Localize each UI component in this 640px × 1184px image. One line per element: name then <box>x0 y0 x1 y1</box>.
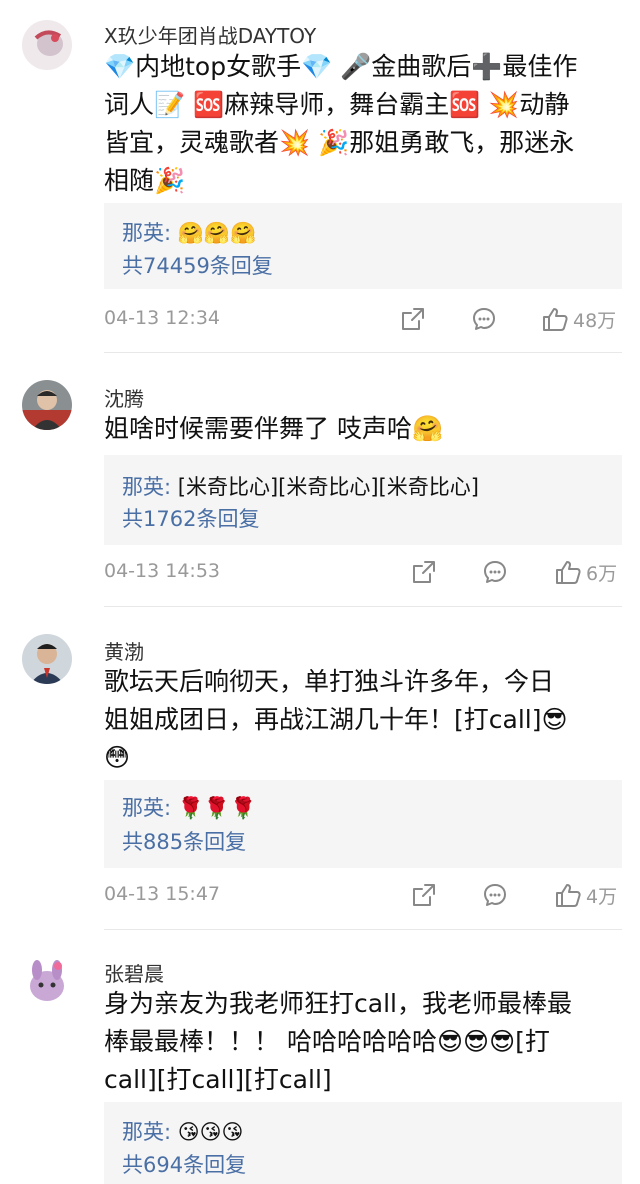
comment-text: 姐啥时候需要伴舞了 吱声哈🤗 <box>104 410 622 448</box>
comment-text-line: 歌坛天后响彻天，单打独斗许多年，今日 <box>104 667 555 696</box>
comment-text-line: call][打call][打call] <box>104 1065 332 1094</box>
timestamp: 04-13 14:53 <box>104 560 221 582</box>
reply-author[interactable]: 那英: <box>122 475 171 499</box>
comment-text-line: 姐姐成团日，再战江湖几十年！[打call]😎 <box>104 705 568 734</box>
like-icon <box>543 308 568 331</box>
username[interactable]: X玖少年团肖战DAYTOY <box>104 20 316 49</box>
comment-icon <box>484 884 506 906</box>
timestamp: 04-13 12:34 <box>104 307 221 329</box>
like-count: 48万 <box>573 309 617 332</box>
comment-meta: 04-13 12:34 48万 <box>104 304 622 334</box>
comment-text: 💎内地top女歌手💎 🎤金曲歌后➕最佳作 词人📝 🆘麻辣导师，舞台霸主🆘 💥动静… <box>104 48 622 200</box>
reply-author[interactable]: 那英: <box>122 221 171 245</box>
reply-line: 那英: 🌹🌹🌹 <box>122 792 256 822</box>
share-button[interactable] <box>411 880 437 910</box>
divider <box>104 929 622 930</box>
comment-button[interactable] <box>482 557 508 587</box>
comment-icon <box>484 561 506 583</box>
comment-text-line: 姐啥时候需要伴舞了 吱声哈🤗 <box>104 414 444 443</box>
comment-text-line: 词人📝 🆘麻辣导师，舞台霸主🆘 💥动静 <box>104 90 570 119</box>
comment-button[interactable] <box>471 304 497 334</box>
comment-text-line: 皆宜，灵魂歌者💥 🎉那姐勇敢飞，那迷永 <box>104 128 575 157</box>
username[interactable]: 沈腾 <box>104 383 144 412</box>
comment-meta: 04-13 15:47 4万 <box>104 880 622 910</box>
reply-content: [米奇比心][米奇比心][米奇比心] <box>177 475 479 499</box>
reply-line: 那英: [米奇比心][米奇比心][米奇比心] <box>122 471 479 501</box>
like-button[interactable]: 48万 <box>541 304 616 334</box>
reply-author[interactable]: 那英: <box>122 796 171 820</box>
reply-line: 那英: 😘😘😘 <box>122 1116 243 1146</box>
avatar[interactable] <box>22 380 72 430</box>
reply-preview[interactable]: 那英: [米奇比心][米奇比心][米奇比心] 共1762条回复 <box>104 455 622 545</box>
share-icon <box>413 561 435 583</box>
like-button[interactable]: 6万 <box>554 557 617 587</box>
divider <box>104 352 622 353</box>
like-count: 4万 <box>586 885 618 908</box>
comment-text: 身为亲友为我老师狂打call，我老师最棒最 棒最最棒！！！ 哈哈哈哈哈哈😎😎😎[… <box>104 985 622 1099</box>
timestamp: 04-13 15:47 <box>104 883 221 905</box>
reply-count[interactable]: 共1762条回复 <box>122 503 259 533</box>
share-button[interactable] <box>411 557 437 587</box>
comment-text: 歌坛天后响彻天，单打独斗许多年，今日 姐姐成团日，再战江湖几十年！[打call]… <box>104 663 622 777</box>
reply-content: 😘😘😘 <box>177 1120 244 1144</box>
share-icon <box>402 308 424 330</box>
reply-author[interactable]: 那英: <box>122 1120 171 1144</box>
like-count: 6万 <box>586 562 618 585</box>
share-button[interactable] <box>400 304 426 334</box>
reply-preview[interactable]: 那英: 😘😘😘 共694条回复 <box>104 1102 622 1184</box>
comment-text-line: 😳 <box>104 743 131 772</box>
username[interactable]: 黄渤 <box>104 636 144 665</box>
reply-count[interactable]: 共74459条回复 <box>122 250 273 280</box>
reply-content: 🤗🤗🤗 <box>177 221 257 245</box>
like-button[interactable]: 4万 <box>554 880 617 910</box>
comment-text-line: 身为亲友为我老师狂打call，我老师最棒最 <box>104 989 572 1018</box>
reply-content: 🌹🌹🌹 <box>177 796 257 820</box>
reply-line: 那英: 🤗🤗🤗 <box>122 217 256 247</box>
comment-button[interactable] <box>482 880 508 910</box>
comment-meta: 04-13 14:53 6万 <box>104 557 622 587</box>
comment-text-line: 💎内地top女歌手💎 🎤金曲歌后➕最佳作 <box>104 52 578 81</box>
username[interactable]: 张碧晨 <box>104 958 164 987</box>
comment-text-line: 相随🎉 <box>104 166 186 195</box>
reply-preview[interactable]: 那英: 🌹🌹🌹 共885条回复 <box>104 780 622 868</box>
reply-count[interactable]: 共885条回复 <box>122 826 246 856</box>
avatar[interactable] <box>22 20 72 70</box>
comment-text-line: 棒最最棒！！！ 哈哈哈哈哈哈😎😎😎[打 <box>104 1027 550 1056</box>
like-icon <box>556 561 581 584</box>
like-icon <box>556 884 581 907</box>
share-icon <box>413 884 435 906</box>
divider <box>104 606 622 607</box>
comment-icon <box>473 308 495 330</box>
reply-preview[interactable]: 那英: 🤗🤗🤗 共74459条回复 <box>104 203 622 289</box>
reply-count[interactable]: 共694条回复 <box>122 1149 246 1179</box>
avatar[interactable] <box>22 956 72 1006</box>
avatar[interactable] <box>22 634 72 684</box>
